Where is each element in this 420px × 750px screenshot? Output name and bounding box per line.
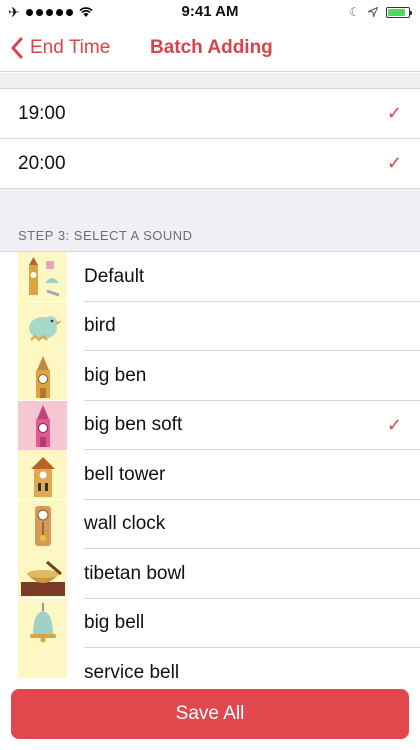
checkmark-icon: ✓ (386, 103, 402, 123)
time-label: 19:00 (18, 102, 66, 124)
sound-list: Default bird big ben big ben soft ✓ bell… (0, 251, 420, 678)
default-sounds-icon (18, 252, 67, 302)
big-ben-soft-icon (18, 400, 67, 450)
sound-row-big-ben[interactable]: big ben (0, 351, 420, 401)
back-button[interactable]: End Time (10, 24, 110, 72)
sound-label: big bell (84, 612, 145, 634)
time-row[interactable]: 20:00 ✓ (0, 139, 420, 189)
page-title: Batch Adding (150, 37, 273, 58)
sound-label: big ben (84, 364, 147, 386)
time-list: 19:00 ✓ 20:00 ✓ (0, 88, 420, 189)
service-bell-icon (18, 648, 67, 678)
footer: Save All (0, 678, 420, 750)
section-header: STEP 3: SELECT A SOUND (18, 228, 193, 243)
sound-label: tibetan bowl (84, 562, 186, 584)
moon-icon: ☾ (349, 5, 360, 19)
checkmark-icon: ✓ (386, 153, 402, 173)
status-bar: ✈ 9:41 AM ☾ (0, 0, 420, 24)
location-icon (368, 7, 378, 17)
bird-icon (18, 301, 67, 351)
sound-row-tibetan-bowl[interactable]: tibetan bowl (0, 549, 420, 599)
sound-label: big ben soft (84, 414, 183, 436)
content-scroll[interactable]: 19:00 ✓ 20:00 ✓ STEP 3: SELECT A SOUND D… (0, 73, 420, 678)
time-row[interactable]: 19:00 ✓ (0, 89, 420, 139)
sound-row-bird[interactable]: bird (0, 301, 420, 352)
sound-row-wall-clock[interactable]: wall clock (0, 499, 420, 550)
sound-row-big-bell[interactable]: big bell (0, 598, 420, 649)
status-right: ☾ (349, 5, 412, 19)
chevron-left-icon (11, 37, 23, 59)
checkmark-icon: ✓ (386, 414, 402, 435)
navigation-bar: End Time Batch Adding (0, 24, 420, 72)
sound-row-bell-tower[interactable]: bell tower (0, 450, 420, 500)
sound-row-big-ben-soft[interactable]: big ben soft ✓ (0, 400, 420, 451)
big-bell-icon (18, 598, 67, 648)
sound-label: service bell (84, 661, 180, 678)
save-all-button[interactable]: Save All (11, 689, 409, 739)
sound-label: wall clock (84, 513, 166, 535)
battery-icon (386, 6, 412, 18)
sound-label: Default (84, 265, 145, 287)
tibetan-bowl-icon (18, 549, 67, 599)
back-label: End Time (30, 37, 111, 58)
sound-row-default[interactable]: Default (0, 252, 420, 302)
wall-clock-icon (18, 499, 67, 549)
sound-label: bell tower (84, 463, 166, 485)
time-label: 20:00 (18, 152, 66, 174)
sound-label: bird (84, 315, 116, 337)
sound-row-service-bell[interactable]: service bell (0, 648, 420, 678)
big-ben-icon (18, 351, 67, 401)
bell-tower-icon (18, 450, 67, 500)
